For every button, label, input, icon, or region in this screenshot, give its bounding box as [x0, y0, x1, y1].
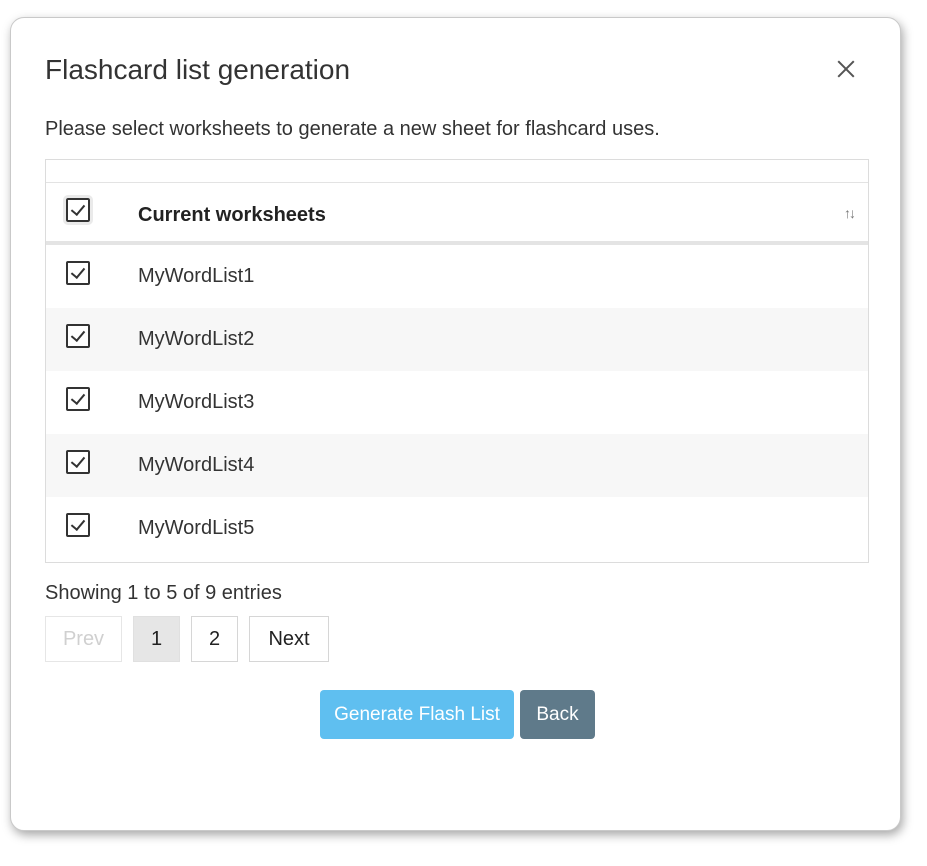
flashcard-modal: Flashcard list generation Please select … [10, 17, 901, 831]
table-top-strip [46, 160, 868, 183]
modal-instructions: Please select worksheets to generate a n… [45, 118, 660, 140]
worksheet-name: MyWordList3 [138, 391, 255, 413]
worksheet-name: MyWordList5 [138, 517, 255, 539]
row-checkbox[interactable] [66, 513, 90, 537]
page-1-button[interactable]: 1 [133, 616, 180, 662]
modal-title: Flashcard list generation [45, 54, 351, 85]
close-icon[interactable] [833, 56, 859, 82]
worksheets-table: Current worksheets ↑↓ MyWordList1 MyWord… [45, 159, 869, 563]
back-button[interactable]: Back [520, 690, 595, 739]
table-header: Current worksheets ↑↓ [46, 183, 868, 245]
next-button[interactable]: Next [249, 616, 329, 662]
select-all-checkbox[interactable] [63, 195, 93, 225]
pagination-info: Showing 1 to 5 of 9 entries [45, 582, 282, 604]
worksheet-name: MyWordList4 [138, 454, 255, 476]
table-row[interactable]: MyWordList3 [46, 371, 868, 434]
generate-flash-list-button[interactable]: Generate Flash List [320, 690, 514, 739]
table-row[interactable]: MyWordList2 [46, 308, 868, 371]
worksheet-name: MyWordList1 [138, 265, 255, 287]
worksheet-name: MyWordList2 [138, 328, 255, 350]
row-checkbox[interactable] [66, 450, 90, 474]
column-header-worksheets[interactable]: Current worksheets [138, 204, 326, 227]
prev-button[interactable]: Prev [45, 616, 122, 662]
table-row[interactable]: MyWordList4 [46, 434, 868, 497]
row-checkbox[interactable] [66, 261, 90, 285]
table-row[interactable]: MyWordList1 [46, 245, 868, 308]
row-checkbox[interactable] [66, 387, 90, 411]
page-2-button[interactable]: 2 [191, 616, 238, 662]
row-checkbox[interactable] [66, 324, 90, 348]
table-row[interactable]: MyWordList5 [46, 497, 868, 560]
sort-icon[interactable]: ↑↓ [844, 205, 856, 221]
